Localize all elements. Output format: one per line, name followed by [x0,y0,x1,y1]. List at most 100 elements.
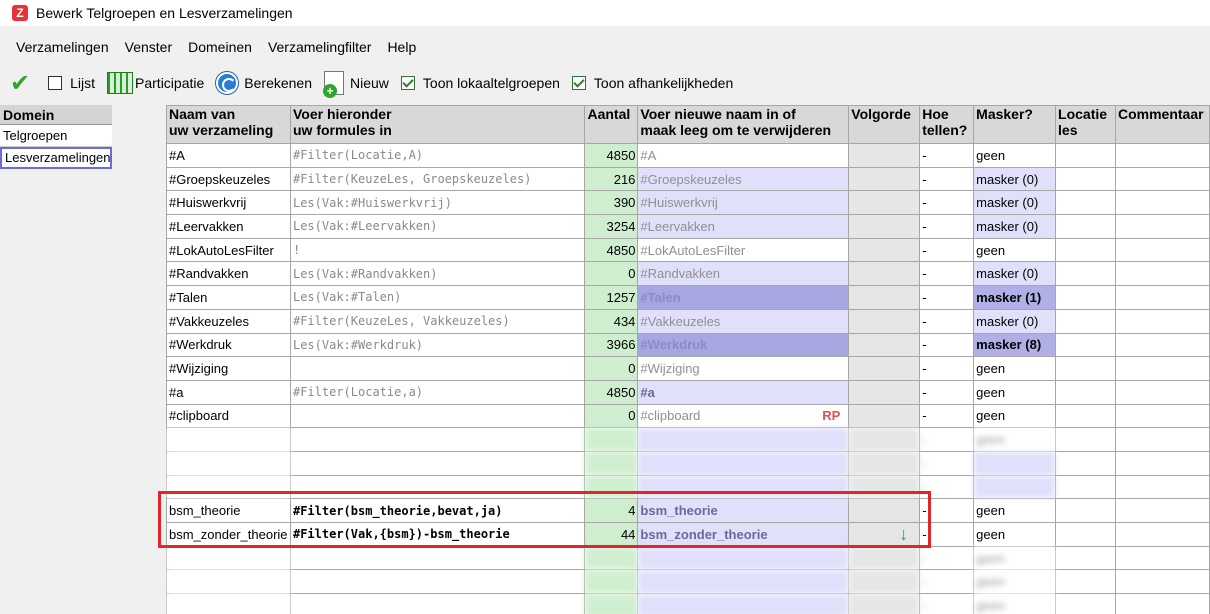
cell-hoe-tellen[interactable]: - [919,498,975,523]
cell-naam[interactable]: #Leervakken [166,214,291,239]
col-nieuwe-naam[interactable]: Voer nieuwe naam in of maak leeg om te ve… [637,105,850,144]
cell-commentaar[interactable] [1114,474,1210,500]
cell-formule[interactable]: #Filter(KeuzeLes, Vakkeuzeles) [289,308,586,334]
cell-hoe-tellen[interactable]: - [919,474,975,500]
cell-commentaar[interactable] [1114,190,1210,216]
cell-masker[interactable]: geen [973,403,1057,429]
table-row[interactable]: #clipboard 0 #clipboard RP - geen [166,403,1210,429]
cell-volgorde[interactable] [848,166,921,192]
cell-hoe-tellen[interactable]: - [919,427,975,452]
cell-locatie-les[interactable] [1055,332,1116,358]
cell-masker[interactable]: geen [973,569,1057,595]
cell-locatie-les[interactable] [1055,403,1116,429]
cell-naam[interactable]: bsm_zonder_theorie [166,522,291,547]
cell-hoe-tellen[interactable]: - [919,545,975,571]
cell-naam[interactable]: #Randvakken [166,261,291,287]
cell-volgorde[interactable] [848,427,921,452]
cell-nieuwe-naam[interactable]: #Wijziging [637,356,850,381]
cell-locatie-les[interactable] [1055,450,1116,476]
cell-commentaar[interactable] [1114,356,1210,381]
cell-naam[interactable]: bsm_theorie [166,498,291,523]
cell-masker[interactable]: masker (0) [973,166,1057,192]
cell-formule[interactable]: Les(Vak:#Huiswerkvrij) [289,190,586,216]
cell-volgorde[interactable] [848,214,921,239]
cell-volgorde[interactable] [848,356,921,381]
cell-masker[interactable] [973,474,1057,500]
cell-hoe-tellen[interactable]: - [919,190,975,216]
cell-volgorde[interactable] [848,308,921,334]
toon-afhankelijkheden-toggle[interactable]: Toon afhankelijkheden [571,75,733,91]
cell-formule[interactable]: #Filter(Locatie,a) [289,379,586,405]
cell-formule[interactable] [289,593,586,614]
table-row[interactable]: #a #Filter(Locatie,a) 4850 #a - geen [166,379,1210,405]
cell-formule[interactable]: #Filter(KeuzeLes, Groepskeuzeles) [289,166,586,192]
col-masker[interactable]: Masker? [973,105,1057,144]
cell-naam[interactable]: #Talen [166,285,291,310]
cell-naam[interactable]: #Wijziging [166,356,291,381]
cell-locatie-les[interactable] [1055,498,1116,523]
cell-masker[interactable]: geen [973,593,1057,614]
cell-hoe-tellen[interactable]: - [919,332,975,358]
cell-hoe-tellen[interactable]: - [919,166,975,192]
menu-domeinen[interactable]: Domeinen [180,39,260,55]
cell-locatie-les[interactable] [1055,522,1116,547]
cell-masker[interactable]: geen [973,356,1057,381]
cell-commentaar[interactable] [1114,545,1210,571]
table-row[interactable]: - geen [166,545,1210,571]
cell-formule[interactable]: #Filter(Vak,{bsm})-bsm_theorie [289,522,586,547]
cell-commentaar[interactable] [1114,379,1210,405]
cell-formule[interactable] [289,450,586,476]
cell-nieuwe-naam[interactable]: #Vakkeuzeles [637,308,850,334]
cell-nieuwe-naam[interactable]: #A [637,143,850,168]
cell-nieuwe-naam[interactable]: #LokAutoLesFilter [637,237,850,263]
participatie-button[interactable]: Participatie [107,72,204,94]
table-row[interactable]: #Werkdruk Les(Vak:#Werkdruk) 3966 #Werkdruk… [166,332,1210,358]
col-hoe-tellen[interactable]: Hoe tellen? [919,105,975,144]
cell-locatie-les[interactable] [1055,237,1116,263]
cell-nieuwe-naam[interactable]: #clipboard RP [637,403,850,429]
table-row[interactable]: bsm_theorie #Filter(bsm_theorie,bevat,ja)… [166,498,1210,523]
cell-formule[interactable] [289,569,586,595]
menu-venster[interactable]: Venster [117,39,180,55]
col-aantal[interactable]: Aantal [584,105,639,144]
cell-volgorde[interactable] [848,285,921,310]
cell-formule[interactable] [289,474,586,500]
cell-volgorde[interactable] [848,379,921,405]
cell-masker[interactable]: geen [973,427,1057,452]
cell-hoe-tellen[interactable]: - [919,214,975,239]
cell-masker[interactable]: geen [973,143,1057,168]
cell-volgorde[interactable] [848,593,921,614]
cell-nieuwe-naam[interactable]: #a [637,379,850,405]
cell-formule[interactable]: Les(Vak:#Talen) [289,285,586,310]
cell-naam[interactable]: #Vakkeuzeles [166,308,291,334]
cell-locatie-les[interactable] [1055,166,1116,192]
cell-volgorde[interactable] [848,403,921,429]
cell-commentaar[interactable] [1114,450,1210,476]
cell-nieuwe-naam[interactable]: bsm_zonder_theorie [637,522,850,547]
col-volgorde[interactable]: Volgorde [848,105,921,144]
cell-masker[interactable]: geen [973,237,1057,263]
cell-hoe-tellen[interactable]: - [919,308,975,334]
cell-formule[interactable]: #Filter(Locatie,A) [289,143,586,168]
cell-locatie-les[interactable] [1055,356,1116,381]
cell-locatie-les[interactable] [1055,545,1116,571]
cell-locatie-les[interactable] [1055,569,1116,595]
table-row[interactable]: #Talen Les(Vak:#Talen) 1257 #Talen - masker (… [166,285,1210,310]
cell-masker[interactable]: masker (1) [973,285,1057,310]
cell-commentaar[interactable] [1114,569,1210,595]
table-row[interactable]: bsm_zonder_theorie #Filter(Vak,{bsm})-bsm… [166,522,1210,547]
cell-nieuwe-naam[interactable] [637,474,850,500]
cell-commentaar[interactable] [1114,403,1210,429]
cell-formule[interactable]: #Filter(bsm_theorie,bevat,ja) [289,498,586,523]
cell-naam[interactable]: #Werkdruk [166,332,291,358]
cell-masker[interactable]: geen [973,545,1057,571]
lijst-checkbox[interactable] [48,76,63,90]
cell-volgorde[interactable] [848,143,921,168]
table-row[interactable]: #Leervakken Les(Vak:#Leervakken) 3254 #Leer… [166,214,1210,239]
toon-lokaaltelgroepen-checkbox[interactable] [400,76,415,90]
confirm-check-icon[interactable]: ✔ [10,69,30,98]
cell-nieuwe-naam[interactable]: #Huiswerkvrij [637,190,850,216]
cell-commentaar[interactable] [1114,143,1210,168]
table-row[interactable]: #Groepskeuzeles #Filter(KeuzeLes, Groepsk… [166,166,1210,192]
cell-formule[interactable] [289,545,586,571]
